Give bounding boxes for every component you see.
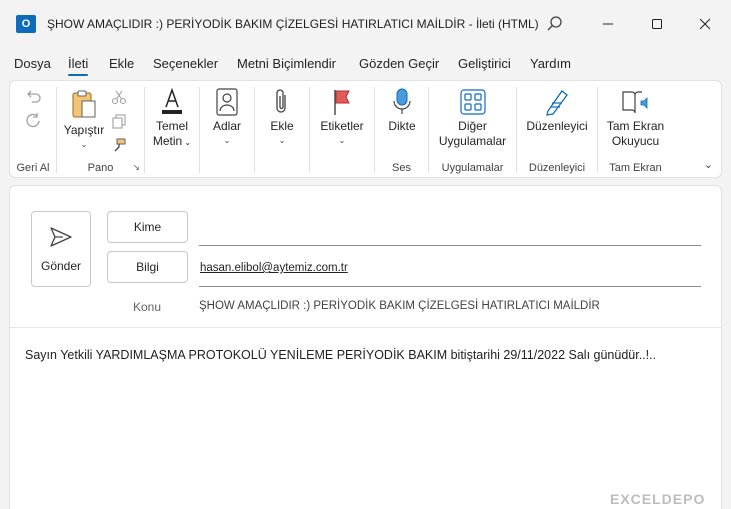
editor-group-label: Düzenleyici [528, 162, 586, 174]
paste-button[interactable]: Yapıştır ⌄ [62, 89, 106, 150]
microphone-icon [393, 88, 411, 114]
more-apps-label-line1: Diğer [458, 119, 487, 133]
close-button[interactable] [693, 12, 717, 36]
flag-icon [334, 90, 350, 115]
voice-group-label: Ses [392, 162, 411, 174]
ribbon-collapse-chevron-icon[interactable]: ⌄ [704, 158, 713, 171]
attach-label: Ekle [270, 119, 294, 133]
tab-file[interactable]: Dosya [14, 56, 51, 71]
basic-text-label-line1: Temel [155, 119, 188, 133]
send-icon [50, 227, 72, 247]
send-label: Gönder [40, 259, 82, 273]
compose-pane: Gönder Kime Bilgi hasan.elibol@aytemiz.c… [9, 185, 722, 509]
undo-group-label: Geri Al [16, 162, 50, 174]
redo-icon[interactable] [24, 111, 42, 129]
tab-developer[interactable]: Geliştirici [458, 56, 511, 71]
address-book-icon [216, 88, 238, 116]
cut-icon[interactable] [111, 89, 127, 105]
paste-label: Yapıştır [63, 123, 105, 137]
undo-icon[interactable] [24, 87, 42, 105]
message-body[interactable]: Sayın Yetkili YARDIMLAŞMA PROTOKOLÜ YENİ… [25, 348, 656, 362]
editor-button-label: Düzenleyici [526, 119, 588, 133]
header-body-divider [10, 327, 721, 328]
ribbon-tabs: Dosya İleti Ekle Seçenekler Metni Biçiml… [0, 52, 731, 76]
watermark-logo: EXCELDEPO [610, 491, 706, 507]
dictate-label: Dikte [388, 119, 416, 133]
cc-field[interactable]: hasan.elibol@aytemiz.com.tr [200, 262, 348, 274]
tags-label: Etiketler [320, 119, 364, 133]
editor-button[interactable]: Düzenleyici [519, 87, 595, 134]
names-button[interactable]: Adlar ⌄ [204, 87, 250, 146]
voice-group: Dikte Ses [375, 81, 428, 177]
tab-help[interactable]: Yardım [530, 56, 571, 71]
immersive-group-label: Tam Ekran [609, 162, 662, 174]
names-label: Adlar [212, 119, 241, 133]
subject-field[interactable]: ŞHOW AMAÇLIDIR :) PERİYODİK BAKIM ÇİZELG… [199, 300, 600, 312]
basic-text-button[interactable]: Temel Metin ⌄ [147, 87, 197, 150]
clipboard-group-label: Pano [87, 162, 114, 174]
chevron-down-icon[interactable]: ⌄ [261, 136, 303, 146]
format-painter-icon[interactable] [111, 137, 127, 153]
to-button[interactable]: Kime [107, 211, 188, 243]
immersive-group: Tam Ekran Okuyucu Tam Ekran [598, 81, 673, 177]
more-apps-label-line2: Uygulamalar [438, 134, 507, 148]
chevron-down-icon[interactable]: ⌄ [204, 136, 250, 146]
tab-message[interactable]: İleti [68, 56, 89, 76]
immersive-reader-icon [621, 91, 647, 114]
title-bar: O ŞHOW AMAÇLIDIR :) PERİYODİK BAKIM ÇİZE… [0, 0, 731, 48]
editor-group: Düzenleyici Düzenleyici [517, 81, 597, 177]
apps-grid-icon [459, 89, 486, 115]
copy-icon[interactable] [111, 113, 127, 129]
outlook-app-icon: O [16, 15, 40, 33]
to-field-underline [199, 245, 701, 246]
cc-field-underline [199, 286, 701, 287]
subject-label: Konu [133, 300, 162, 314]
names-group: Adlar ⌄ [200, 81, 254, 177]
send-button[interactable]: Gönder [31, 211, 91, 287]
font-color-icon [162, 87, 182, 114]
include-group: Ekle ⌄ [255, 81, 309, 177]
editor-pen-icon [546, 90, 568, 116]
immersive-reader-button[interactable]: Tam Ekran Okuyucu [600, 87, 671, 149]
dictate-button[interactable]: Dikte [381, 87, 423, 134]
apps-group: Diğer Uygulamalar Uygulamalar [429, 81, 516, 177]
cc-button[interactable]: Bilgi [107, 251, 188, 283]
tags-button[interactable]: Etiketler ⌄ [314, 87, 370, 146]
more-apps-button[interactable]: Diğer Uygulamalar [431, 87, 514, 149]
minimize-button[interactable] [596, 12, 620, 36]
clipboard-launcher-icon[interactable]: ↘ [132, 162, 140, 173]
chevron-down-icon[interactable]: ⌄ [314, 136, 370, 146]
tab-review[interactable]: Gözden Geçir [359, 56, 439, 71]
ribbon: Geri Al Yapıştır ⌄ Pano ↘ Temel Metin ⌄ … [9, 80, 722, 178]
paste-icon [72, 90, 96, 118]
immersive-reader-label-line1: Tam Ekran [606, 119, 665, 133]
tab-options[interactable]: Seçenekler [153, 56, 218, 71]
paperclip-icon [276, 89, 286, 113]
tab-insert[interactable]: Ekle [109, 56, 134, 71]
immersive-reader-label-line2: Okuyucu [611, 134, 660, 148]
basic-text-group: Temel Metin ⌄ [145, 81, 199, 177]
clipboard-group: Yapıştır ⌄ Pano ↘ [57, 81, 144, 177]
basic-text-label-line2: Metin [152, 134, 183, 148]
apps-group-label: Uygulamalar [441, 162, 504, 174]
chevron-down-icon[interactable]: ⌄ [62, 140, 106, 150]
attach-button[interactable]: Ekle ⌄ [261, 87, 303, 146]
maximize-button[interactable] [645, 12, 669, 36]
undo-group: Geri Al [10, 81, 56, 177]
window-title: ŞHOW AMAÇLIDIR :) PERİYODİK BAKIM ÇİZELG… [47, 17, 539, 31]
search-icon[interactable] [545, 14, 565, 34]
tags-group: Etiketler ⌄ [310, 81, 374, 177]
tab-format-text[interactable]: Metni Biçimlendir [237, 56, 336, 71]
